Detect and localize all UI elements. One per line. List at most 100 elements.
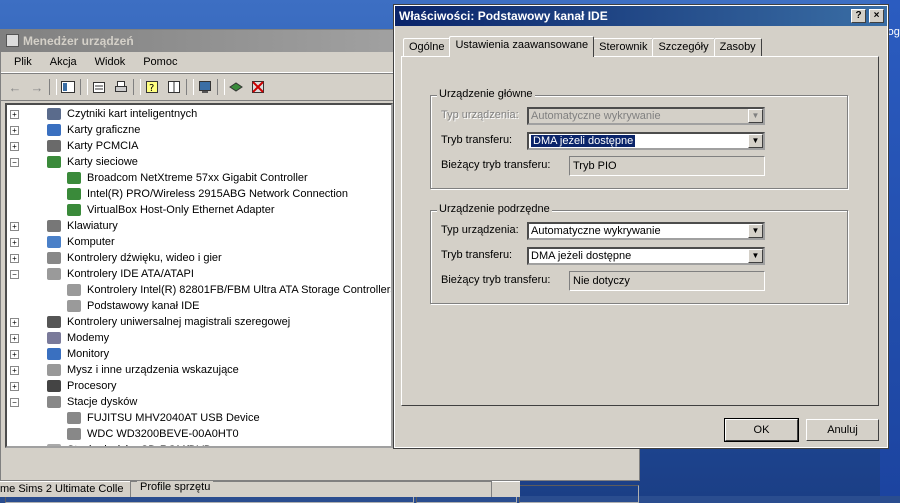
slave-device-type-label: Typ urządzenia:	[441, 224, 519, 236]
collapse-icon[interactable]: −	[10, 158, 19, 167]
toolbar-separator	[80, 79, 87, 95]
tree-item-label: Mysz i inne urządzenia wskazujące	[67, 364, 239, 376]
svg-text:?: ?	[149, 83, 154, 94]
scan-hardware-icon[interactable]	[195, 77, 215, 97]
tree-item[interactable]: + Czytniki kart inteligentnych	[7, 106, 391, 122]
tab-1[interactable]: Ogólne	[403, 38, 451, 56]
menu-action[interactable]: Akcja	[41, 56, 86, 68]
tab-3[interactable]: Sterownik	[593, 38, 654, 56]
chevron-down-icon[interactable]: ▼	[748, 134, 763, 148]
tree-item-label: Intel(R) PRO/Wireless 2915ABG Network Co…	[87, 188, 349, 200]
expand-icon[interactable]: +	[10, 318, 19, 327]
forward-arrow-icon[interactable]: →	[27, 77, 47, 97]
master-transfer-mode-select[interactable]: DMA jeżeli dostępne ▼	[527, 132, 765, 150]
tree-item[interactable]: Broadcom NetXtreme 57xx Gigabit Controll…	[7, 170, 391, 186]
print-icon[interactable]	[111, 77, 131, 97]
tree-item[interactable]: + Karty PCMCIA	[7, 138, 391, 154]
device-icon	[47, 380, 61, 392]
hardware-profiles-label: Profile sprzętu	[137, 481, 214, 493]
tree-item[interactable]: + Karty graficzne	[7, 122, 391, 138]
device-icon	[47, 444, 61, 446]
tree-item[interactable]: Intel(R) PRO/Wireless 2915ABG Network Co…	[7, 186, 391, 202]
master-current-mode-label: Bieżący tryb transferu:	[441, 159, 551, 171]
tree-item[interactable]: − Karty sieciowe	[7, 154, 391, 170]
close-button[interactable]: ×	[869, 9, 884, 23]
tree-item[interactable]: + Mysz i inne urządzenia wskazujące	[7, 362, 391, 378]
background-window-text: me Sims 2 Ultimate Colle	[0, 483, 124, 495]
tab-5[interactable]: Zasoby	[713, 38, 762, 56]
expand-icon[interactable]: +	[10, 110, 19, 119]
status-pane-tertiary	[519, 485, 640, 503]
expand-icon[interactable]: +	[10, 334, 19, 343]
toolbar-separator	[49, 79, 56, 95]
tree-item-label: Karty sieciowe	[67, 156, 138, 168]
tree-item[interactable]: + Modemy	[7, 330, 391, 346]
ok-button[interactable]: OK	[724, 418, 799, 442]
collapse-icon[interactable]: −	[10, 270, 19, 279]
expand-icon[interactable]: +	[10, 350, 19, 359]
master-current-mode-value: Tryb PIO	[569, 156, 765, 176]
expand-icon[interactable]: +	[10, 126, 19, 135]
tree-item[interactable]: + Procesory	[7, 378, 391, 394]
tree-item-label: Kontrolery uniwersalnej magistrali szere…	[67, 316, 291, 328]
slave-device-type-value: Automatyczne wykrywanie	[531, 225, 661, 237]
chevron-down-icon[interactable]: ▼	[748, 249, 763, 263]
expand-icon[interactable]: +	[10, 382, 19, 391]
slave-transfer-mode-value: DMA jeżeli dostępne	[531, 250, 632, 262]
master-device-group: Urządzenie główne Typ urządzenia: Automa…	[430, 88, 848, 189]
expand-icon[interactable]: +	[10, 254, 19, 263]
tree-item-label: VirtualBox Host-Only Ethernet Adapter	[87, 204, 275, 216]
tree-item[interactable]: − Stacje dysków	[7, 394, 391, 410]
update-driver-icon[interactable]	[226, 77, 246, 97]
tree-item-label: Modemy	[67, 332, 110, 344]
show-hide-tree-icon[interactable]	[58, 77, 78, 97]
tree-item[interactable]: + Stacje dysków CD-ROM/DVD	[7, 442, 391, 448]
device-icon	[47, 156, 61, 168]
tree-item[interactable]: VirtualBox Host-Only Ethernet Adapter	[7, 202, 391, 218]
menu-help[interactable]: Pomoc	[134, 56, 186, 68]
tree-item[interactable]: + Kontrolery dźwięku, wideo i gier	[7, 250, 391, 266]
tab-4[interactable]: Szczegóły	[652, 38, 715, 56]
device-icon	[67, 204, 81, 216]
tree-item[interactable]: WDC WD3200BEVE-00A0HT0	[7, 426, 391, 442]
help-icon[interactable]: ?	[142, 77, 162, 97]
dialog-titlebar[interactable]: Właściwości: Podstawowy kanał IDE ? ×	[395, 6, 887, 26]
expand-icon[interactable]: +	[10, 238, 19, 247]
slave-current-mode-label: Bieżący tryb transferu:	[441, 274, 551, 286]
expand-icon[interactable]: +	[10, 222, 19, 231]
view-icon[interactable]	[164, 77, 184, 97]
tree-item[interactable]: − Kontrolery IDE ATA/ATAPI	[7, 266, 391, 282]
tree-item[interactable]: + Kontrolery uniwersalnej magistrali szer…	[7, 314, 391, 330]
slave-transfer-mode-label: Tryb transferu:	[441, 249, 513, 261]
menu-file[interactable]: Plik	[5, 56, 41, 68]
cancel-button[interactable]: Anuluj	[806, 419, 879, 441]
back-arrow-icon[interactable]: ←	[5, 77, 25, 97]
tree-item-label: Broadcom NetXtreme 57xx Gigabit Controll…	[87, 172, 308, 184]
tree-item-label: FUJITSU MHV2040AT USB Device	[87, 412, 260, 424]
tree-item[interactable]: + Komputer	[7, 234, 391, 250]
properties-icon[interactable]	[89, 77, 109, 97]
slave-device-type-select[interactable]: Automatyczne wykrywanie ▼	[527, 222, 765, 240]
expand-icon[interactable]: +	[10, 366, 19, 375]
chevron-down-icon[interactable]: ▼	[748, 224, 763, 238]
expand-icon[interactable]: +	[10, 142, 19, 151]
tree-item[interactable]: Podstawowy kanał IDE	[7, 298, 391, 314]
device-icon	[67, 172, 81, 184]
dialog-tabs: Ogólne Ustawienia zaawansowane Sterownik Sz…	[403, 36, 762, 57]
help-button[interactable]: ?	[851, 9, 866, 23]
tab-2[interactable]: Ustawienia zaawansowane	[449, 36, 595, 57]
collapse-icon[interactable]: −	[10, 398, 19, 407]
slave-transfer-mode-select[interactable]: DMA jeżeli dostępne ▼	[527, 247, 765, 265]
device-icon	[67, 188, 81, 200]
tree-item-label: Kontrolery IDE ATA/ATAPI	[67, 268, 194, 280]
tree-item[interactable]: + Klawiatury	[7, 218, 391, 234]
tree-item[interactable]: Kontrolery Intel(R) 82801FB/FBM Ultra AT…	[7, 282, 391, 298]
expand-icon[interactable]: +	[10, 446, 19, 448]
menu-view[interactable]: Widok	[86, 56, 135, 68]
device-tree[interactable]: + Czytniki kart inteligentnych + Karty graf…	[5, 103, 393, 448]
tree-item[interactable]: FUJITSU MHV2040AT USB Device	[7, 410, 391, 426]
slave-current-mode-value: Nie dotyczy	[569, 271, 765, 291]
tree-item[interactable]: + Monitory	[7, 346, 391, 362]
uninstall-icon[interactable]	[248, 77, 268, 97]
master-device-type-value: Automatyczne wykrywanie	[531, 110, 661, 122]
